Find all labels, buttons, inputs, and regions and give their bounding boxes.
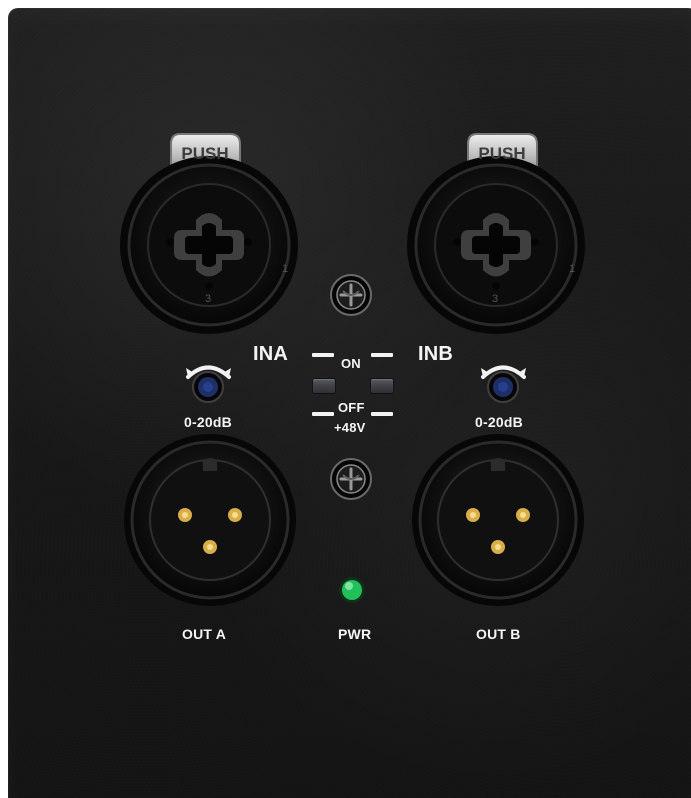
output-b-connector[interactable]	[409, 431, 587, 609]
rotary-knob-icon	[186, 365, 231, 403]
pin-label-1-a: 1	[282, 263, 288, 275]
bottom-screw	[329, 457, 373, 501]
phantom-power-label: +48V	[334, 420, 366, 435]
on-indicator-left	[312, 353, 334, 357]
off-indicator-left	[312, 412, 334, 416]
push-tab-label-b: PUSH	[478, 144, 525, 163]
power-label: PWR	[338, 626, 372, 642]
screw-icon	[330, 274, 372, 316]
output-b-label: OUT B	[476, 626, 521, 642]
rotary-knob-icon	[481, 365, 526, 403]
screw-icon	[330, 458, 372, 500]
input-a-phantom-toggle[interactable]	[313, 379, 335, 393]
combo-jack-icon: PUSH 1 3	[120, 133, 298, 334]
input-a-label: INA	[253, 343, 289, 365]
output-a-connector[interactable]	[121, 431, 299, 609]
off-indicator-right	[371, 412, 393, 416]
pad-a-label: 0-20dB	[184, 414, 232, 430]
input-b-phantom-toggle[interactable]	[371, 379, 393, 393]
combo-jack-icon: PUSH 1 3	[407, 133, 585, 334]
pin-label-3-b: 3	[492, 293, 498, 305]
pin-label-3-a: 3	[205, 293, 211, 305]
xlr-output-jack-icon	[124, 434, 296, 606]
pad-control-b[interactable]	[475, 357, 531, 407]
input-a-connector[interactable]: PUSH 1 3	[119, 132, 301, 334]
xlr-output-jack-icon	[412, 434, 584, 606]
green-led-icon	[339, 577, 365, 603]
power-led	[338, 576, 366, 604]
pad-b-label: 0-20dB	[475, 414, 523, 430]
phantom-power-switch-block[interactable]: ON OFF +48V	[295, 345, 409, 440]
switch-off-label: OFF	[338, 400, 365, 415]
top-screw	[329, 273, 373, 317]
output-a-label: OUT A	[182, 626, 227, 642]
push-tab-label-a: PUSH	[181, 144, 228, 163]
on-indicator-right	[371, 353, 393, 357]
pin-label-1-b: 1	[569, 263, 575, 275]
pad-control-a[interactable]	[180, 357, 236, 407]
audio-interface-photo: PUSH 1 3 PUSH 1 3 INA INB 0-20dB 0-20dB …	[0, 0, 691, 798]
input-b-label: INB	[418, 343, 454, 365]
input-b-connector[interactable]: PUSH 1 3	[406, 132, 588, 334]
switch-on-label: ON	[341, 356, 361, 371]
